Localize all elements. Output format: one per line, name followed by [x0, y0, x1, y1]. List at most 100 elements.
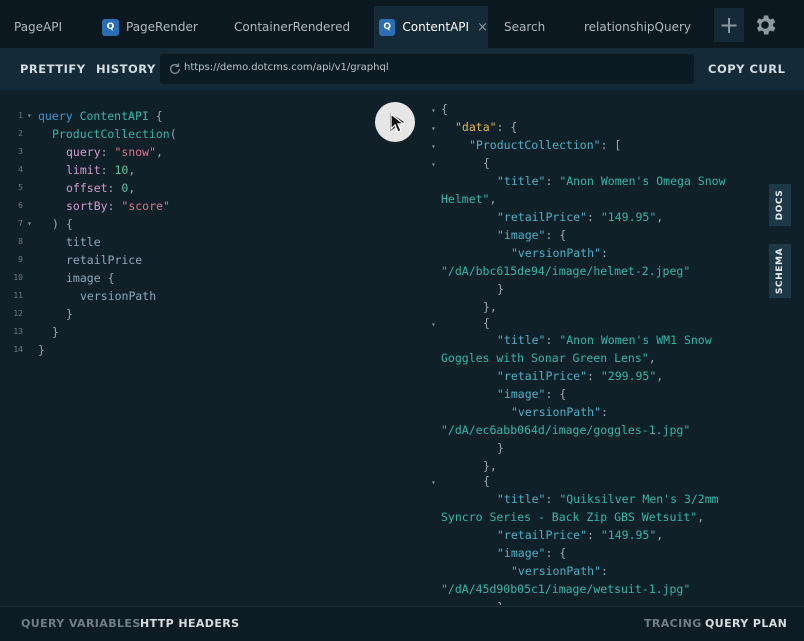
result-line: "image": {	[497, 228, 567, 242]
line-number: 4	[18, 165, 23, 174]
code-line: retailPrice	[66, 253, 143, 267]
fold-icon[interactable]: ▾	[27, 111, 32, 120]
copy-curl-button[interactable]: COPY CURL	[708, 62, 785, 76]
gear-icon[interactable]	[752, 12, 778, 38]
line-number: 11	[13, 291, 23, 300]
tab-label: PageRender	[126, 20, 198, 34]
result-line: }	[497, 282, 504, 296]
line-number: 8	[18, 237, 23, 246]
code-line: ProductCollection(	[52, 127, 177, 141]
history-button[interactable]: HISTORY	[96, 62, 156, 76]
tab-search[interactable]: Search	[492, 6, 568, 48]
code-line: ) {	[52, 217, 73, 231]
code-line: image {	[66, 271, 115, 285]
result-line: }	[497, 441, 504, 455]
query-plan-tab[interactable]: QUERY PLAN	[705, 617, 787, 630]
result-line: Helmet",	[441, 192, 497, 206]
footer-bar: QUERY VARIABLES HTTP HEADERS TRACING QUE…	[0, 606, 804, 641]
result-line: "/dA/bbc615de94/image/helmet-2.jpeg"	[441, 264, 691, 278]
result-line: {	[483, 156, 490, 170]
query-badge-icon: Q	[102, 18, 119, 36]
line-number: 7	[18, 219, 23, 228]
code-line: offset: 0,	[66, 181, 136, 195]
result-line: "image": {	[497, 387, 567, 401]
result-line: Goggles with Sonar Green Lens",	[441, 351, 656, 365]
result-line: {	[483, 474, 490, 488]
result-line: "retailPrice": "149.95",	[497, 528, 664, 542]
code-line: }	[52, 325, 59, 339]
result-line: "data": {	[455, 120, 518, 134]
cursor-icon	[390, 113, 405, 133]
endpoint-url-input[interactable]: https://demo.dotcms.com/api/v1/graphql	[160, 54, 694, 84]
fold-icon[interactable]: ▾	[431, 124, 436, 133]
reload-icon[interactable]	[168, 62, 182, 76]
tab-label: PageAPI	[14, 20, 63, 34]
result-line: "image": {	[497, 546, 567, 560]
result-line: "/dA/ec6abb064d/image/goggles-1.jpg"	[441, 423, 691, 437]
line-number: 13	[13, 327, 23, 336]
result-line: },	[483, 459, 497, 473]
code-line: versionPath	[80, 289, 157, 303]
result-line: "versionPath":	[511, 246, 608, 260]
line-number: 14	[13, 345, 23, 354]
result-line: Syncro Series - Back Zip GBS Wetsuit",	[441, 510, 705, 524]
code-line: }	[38, 343, 45, 357]
code-line: query ContentAPI {	[38, 109, 163, 123]
code-line: }	[66, 307, 73, 321]
add-tab-button[interactable]: +	[714, 8, 744, 42]
fold-icon[interactable]: ▾	[431, 142, 436, 151]
tab-label: ContainerRendered	[234, 20, 351, 34]
endpoint-url: https://demo.dotcms.com/api/v1/graphql	[184, 62, 389, 73]
close-icon[interactable]: ×	[477, 20, 488, 35]
schema-tab[interactable]: SCHEMA	[769, 244, 791, 298]
result-line: "versionPath":	[511, 564, 608, 578]
tab-pageapi[interactable]: PageAPI	[0, 6, 92, 48]
toolbar: PRETTIFY HISTORY https://demo.dotcms.com…	[0, 48, 804, 90]
result-line: "ProductCollection": [	[469, 138, 622, 152]
query-editor[interactable]: 1 2 3 4 5 6 7 8 9 10 11 12 13 14 ▾ ▾ que…	[0, 100, 420, 605]
result-viewer: ▾ { ▾ "data": { ▾ "ProductCollection": […	[428, 100, 768, 605]
line-number: 2	[18, 129, 23, 138]
result-line: "retailPrice": "149.95",	[497, 210, 664, 224]
code-line: title	[66, 235, 101, 249]
tab-label: relationshipQuery	[584, 20, 692, 34]
docs-tab[interactable]: DOCS	[769, 184, 791, 226]
result-line: "title": "Anon Women's Omega Snow	[497, 174, 726, 188]
line-number: 10	[13, 273, 23, 282]
line-number: 3	[18, 147, 23, 156]
result-line: "title": "Anon Women's WM1 Snow	[497, 333, 712, 347]
line-number: 5	[18, 183, 23, 192]
tracing-tab[interactable]: TRACING	[644, 617, 702, 630]
line-number: 1	[18, 111, 23, 120]
tab-label: Search	[504, 20, 546, 34]
fold-icon[interactable]: ▾	[431, 160, 436, 169]
code-line: limit: 10,	[66, 163, 136, 177]
fold-icon[interactable]: ▾	[27, 219, 32, 228]
line-number: 12	[13, 309, 23, 318]
result-line: },	[483, 300, 497, 314]
result-line: "versionPath":	[511, 405, 608, 419]
line-number: 9	[18, 255, 23, 264]
result-line: "retailPrice": "299.95",	[497, 369, 664, 383]
tab-containerrendered[interactable]: ContainerRendered	[220, 6, 370, 48]
fold-icon[interactable]: ▾	[431, 320, 436, 329]
http-headers-tab[interactable]: HTTP HEADERS	[140, 617, 239, 630]
tab-pagerender[interactable]: Q PageRender	[96, 6, 216, 48]
query-badge-icon: Q	[379, 18, 396, 36]
tab-bar: PageAPI Q PageRender ContainerRendered Q…	[0, 0, 804, 48]
fold-icon[interactable]: ▾	[431, 106, 436, 115]
fold-icon[interactable]: ▾	[431, 478, 436, 487]
prettify-button[interactable]: PRETTIFY	[20, 62, 86, 76]
result-line: "/dA/45d90b05c1/image/wetsuit-1.jpg"	[441, 582, 691, 596]
tab-relationshipquery[interactable]: relationshipQuery	[572, 6, 710, 48]
result-line: }	[497, 600, 504, 605]
query-variables-tab[interactable]: QUERY VARIABLES	[21, 617, 141, 630]
result-line: {	[441, 102, 448, 116]
result-line: {	[483, 316, 490, 330]
line-number: 6	[18, 201, 23, 210]
tab-label: ContentAPI	[402, 20, 470, 34]
code-line: query: "snow",	[66, 145, 163, 159]
code-line: sortBy: "score"	[66, 199, 170, 213]
tab-contentapi[interactable]: Q ContentAPI ×	[374, 6, 488, 48]
result-line: "title": "Quiksilver Men's 3/2mm	[497, 492, 719, 506]
